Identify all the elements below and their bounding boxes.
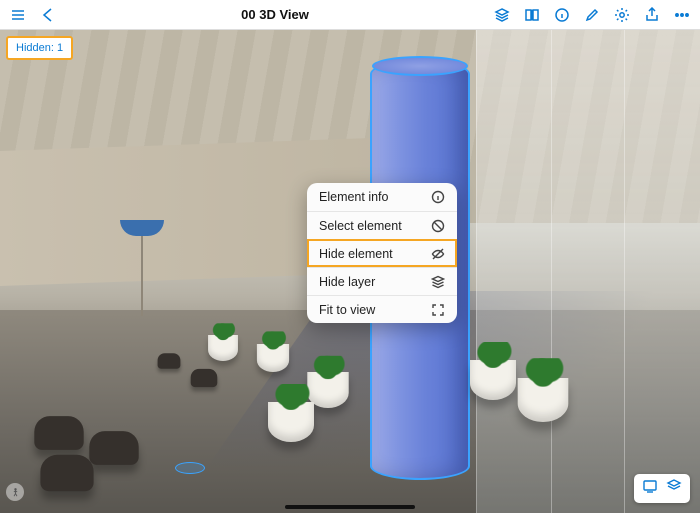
pencil-icon[interactable] [584, 7, 600, 23]
app-window: 00 3D View Hidden: 1 [0, 0, 700, 513]
layers-icon[interactable] [494, 7, 510, 23]
menu-item-element-info[interactable]: Element info [307, 183, 457, 211]
menu-item-label: Hide element [319, 247, 393, 261]
share-icon[interactable] [644, 7, 660, 23]
scene-lamp [120, 220, 164, 316]
scene-planter [470, 360, 516, 400]
top-toolbar: 00 3D View [0, 0, 700, 30]
more-icon[interactable] [674, 7, 690, 23]
book-icon[interactable] [524, 7, 540, 23]
menu-item-label: Select element [319, 219, 402, 233]
scene-chair [191, 369, 218, 387]
target-icon [431, 219, 445, 233]
view-mode-control[interactable] [634, 474, 690, 503]
scene-chair [89, 431, 138, 465]
fit-icon [431, 303, 445, 317]
menu-item-label: Hide layer [319, 275, 375, 289]
scene-chair [40, 455, 93, 491]
hidden-count-badge[interactable]: Hidden: 1 [6, 36, 73, 60]
toolbar-right-group [494, 7, 700, 23]
toolbar-left-group [0, 7, 56, 23]
scene-planter [208, 335, 238, 361]
home-indicator [285, 505, 415, 509]
layers-icon [431, 275, 445, 289]
menu-item-select-element[interactable]: Select element [307, 211, 457, 239]
walk-mode-icon[interactable] [6, 483, 24, 501]
layer-stack-icon[interactable] [666, 478, 682, 499]
menu-item-hide-element[interactable]: Hide element [307, 239, 457, 267]
eye-off-icon [431, 247, 445, 261]
back-icon[interactable] [40, 7, 56, 23]
screen-icon[interactable] [642, 478, 658, 499]
menu-item-label: Fit to view [319, 303, 375, 317]
menu-icon[interactable] [10, 7, 26, 23]
gear-icon[interactable] [614, 7, 630, 23]
menu-item-hide-layer[interactable]: Hide layer [307, 267, 457, 295]
info-icon[interactable] [554, 7, 570, 23]
scene-chair [158, 353, 181, 369]
scene-glass-wall [476, 30, 700, 513]
context-menu: Element info Select element Hide element… [307, 183, 457, 323]
navigation-disc[interactable] [175, 462, 205, 474]
scene-planter [518, 378, 569, 422]
scene-planter [257, 344, 289, 372]
scene-planter [268, 402, 314, 442]
info-circle-icon [431, 190, 445, 204]
view-title: 00 3D View [56, 7, 494, 22]
scene-chair [34, 416, 83, 450]
menu-item-label: Element info [319, 190, 388, 204]
menu-item-fit-to-view[interactable]: Fit to view [307, 295, 457, 323]
